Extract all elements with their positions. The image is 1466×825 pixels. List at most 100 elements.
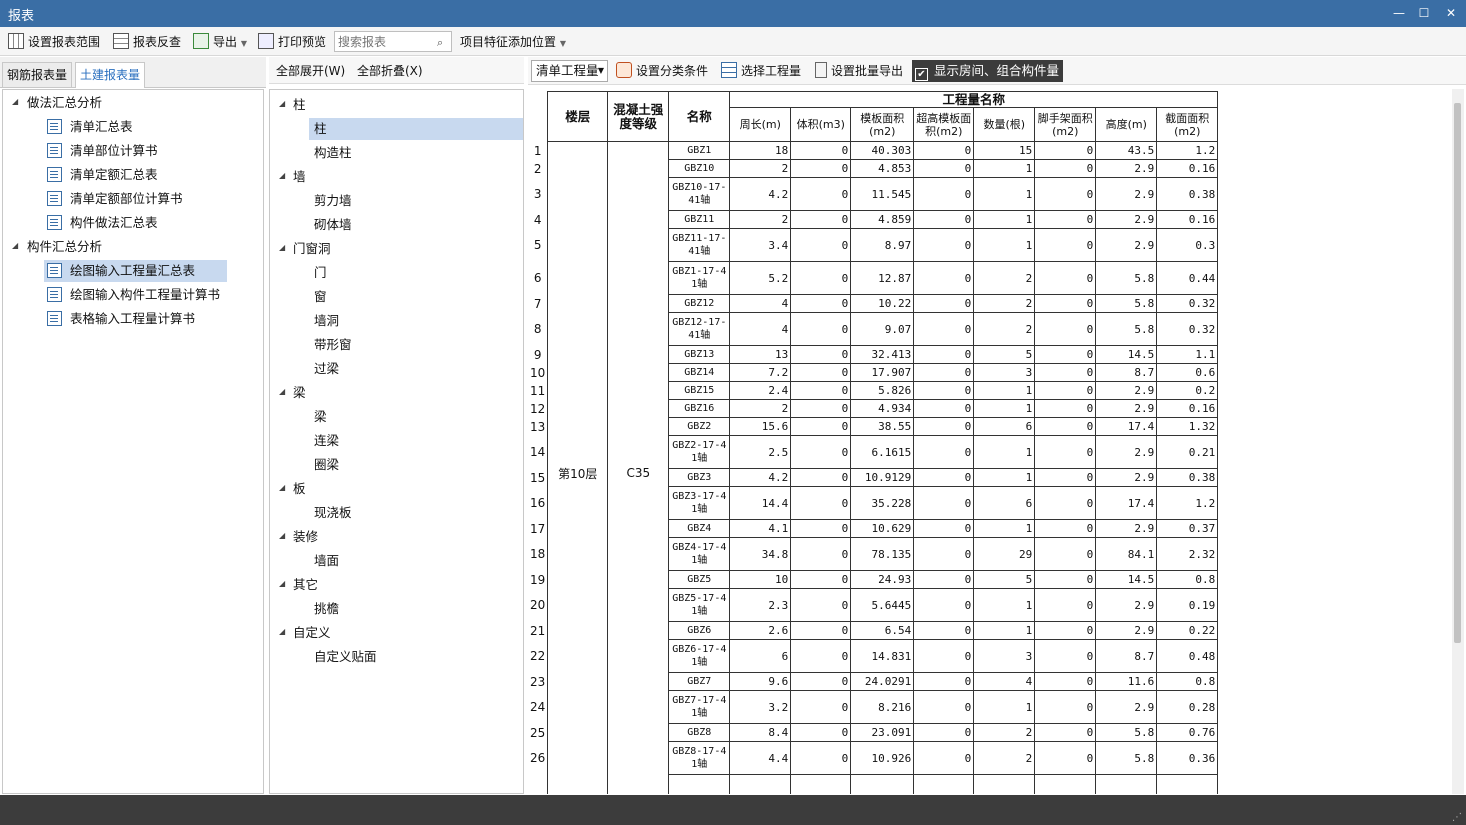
collapse-arrow-icon[interactable]: ◢ — [279, 483, 285, 492]
quantity-cell[interactable]: 4.859 — [850, 210, 915, 229]
quantity-cell[interactable]: 5.8 — [1095, 741, 1158, 775]
quantity-cell[interactable]: 2 — [729, 159, 792, 178]
quantity-cell[interactable]: 0 — [1034, 588, 1097, 622]
quantity-cell[interactable]: 1 — [973, 690, 1036, 724]
collapse-arrow-icon[interactable]: ◢ — [12, 241, 18, 250]
tree-item-report[interactable]: 清单定额汇总表 — [47, 164, 158, 186]
quantity-cell[interactable]: 0.44 — [1156, 261, 1219, 295]
quantity-cell[interactable]: 0.32 — [1156, 312, 1219, 346]
table-row[interactable]: 1 第10层 C35 GBZ1 18 0 40.303 0 15 0 43.5 1.2 — [528, 141, 1219, 794]
quantity-cell[interactable]: 0 — [1034, 639, 1097, 673]
tree-item-report[interactable]: 清单定额部位计算书 — [47, 188, 183, 210]
collapse-all-button[interactable]: 全部折叠(X) — [357, 61, 423, 81]
quantity-cell[interactable]: 0 — [1034, 570, 1097, 589]
component-name-cell[interactable]: GBZ8-17-41轴 — [668, 741, 731, 775]
quantity-cell[interactable]: 1.2 — [1156, 141, 1219, 160]
quantity-cell[interactable]: 0 — [1034, 672, 1097, 691]
component-name-cell[interactable]: GBZ5-17-41轴 — [668, 588, 731, 622]
quantity-cell[interactable]: 0 — [790, 570, 852, 589]
tree-leaf[interactable]: 圈梁 — [314, 454, 339, 476]
quantity-cell[interactable]: 0 — [790, 672, 852, 691]
quantity-cell[interactable]: 0.32 — [1156, 294, 1219, 313]
quantity-cell[interactable]: 2 — [973, 312, 1036, 346]
quantity-cell[interactable]: 40.303 — [850, 141, 915, 160]
tree-item-report[interactable]: 清单部位计算书 — [47, 140, 158, 162]
quantity-cell[interactable]: 0 — [1034, 141, 1097, 160]
quantity-cell[interactable]: 0.8 — [1156, 570, 1219, 589]
quantity-cell[interactable]: 2 — [973, 261, 1036, 295]
quantity-cell[interactable]: 2.9 — [1095, 468, 1158, 487]
quantity-cell[interactable]: 6.54 — [850, 621, 915, 640]
component-name-cell[interactable]: GBZ1-17-41轴 — [668, 261, 731, 295]
quantity-cell[interactable]: 0.3 — [1156, 228, 1219, 262]
quantity-cell[interactable]: 0 — [790, 621, 852, 640]
quantity-cell[interactable]: 0 — [1034, 723, 1097, 742]
quantity-cell[interactable]: 0.19 — [1156, 588, 1219, 622]
quantity-cell[interactable]: 14.4 — [729, 486, 792, 520]
quantity-cell[interactable]: 4 — [729, 294, 792, 313]
empty-cell[interactable] — [1034, 774, 1097, 794]
component-name-cell[interactable]: GBZ11-17-41轴 — [668, 228, 731, 262]
quantity-cell[interactable]: 4.4 — [729, 741, 792, 775]
quantity-cell[interactable]: 0 — [913, 399, 975, 418]
quantity-cell[interactable]: 2.9 — [1095, 519, 1158, 538]
quantity-cell[interactable]: 1 — [973, 588, 1036, 622]
collapse-arrow-icon[interactable]: ◢ — [279, 171, 285, 180]
quantity-cell[interactable]: 43.5 — [1095, 141, 1158, 160]
quantity-cell[interactable]: 0 — [1034, 417, 1097, 436]
quantity-cell[interactable]: 1 — [973, 468, 1036, 487]
quantity-cell[interactable]: 1 — [973, 177, 1036, 211]
floor-cell[interactable]: 第10层 — [547, 141, 609, 794]
empty-cell[interactable] — [850, 774, 915, 794]
quantity-cell[interactable]: 0 — [790, 363, 852, 382]
quantity-cell[interactable]: 0.16 — [1156, 399, 1219, 418]
tree-item-report-selected[interactable]: 绘图输入工程量汇总表 — [44, 260, 227, 282]
batch-export-button[interactable]: 设置批量导出 — [815, 61, 903, 81]
quantity-cell[interactable]: 2.9 — [1095, 399, 1158, 418]
collapse-arrow-icon[interactable]: ◢ — [12, 97, 18, 106]
quantity-cell[interactable]: 14.831 — [850, 639, 915, 673]
quantity-cell[interactable]: 0 — [790, 468, 852, 487]
quantity-cell[interactable]: 0 — [1034, 486, 1097, 520]
tree-group-method-summary[interactable]: 做法汇总分析 — [27, 92, 102, 114]
collapse-arrow-icon[interactable]: ◢ — [279, 531, 285, 540]
quantity-cell[interactable]: 2 — [729, 399, 792, 418]
quantity-cell[interactable]: 18 — [729, 141, 792, 160]
quantity-cell[interactable]: 8.7 — [1095, 639, 1158, 673]
quantity-cell[interactable]: 0 — [790, 537, 852, 571]
component-name-cell[interactable]: GBZ8 — [668, 723, 731, 742]
quantity-cell[interactable]: 10 — [729, 570, 792, 589]
quantity-cell[interactable]: 2.9 — [1095, 159, 1158, 178]
quantity-cell[interactable]: 34.8 — [729, 537, 792, 571]
component-name-cell[interactable]: GBZ7 — [668, 672, 731, 691]
quantity-cell[interactable]: 38.55 — [850, 417, 915, 436]
vertical-scrollbar[interactable] — [1452, 89, 1464, 794]
quantity-cell[interactable]: 0 — [913, 312, 975, 346]
quantity-cell[interactable]: 0 — [790, 261, 852, 295]
component-name-cell[interactable]: GBZ4 — [668, 519, 731, 538]
quantity-cell[interactable]: 0.48 — [1156, 639, 1219, 673]
tree-leaf[interactable]: 门 — [314, 262, 327, 284]
tree-leaf[interactable]: 墙面 — [314, 550, 339, 572]
quantity-cell[interactable]: 5.8 — [1095, 723, 1158, 742]
component-name-cell[interactable]: GBZ12 — [668, 294, 731, 313]
search-icon[interactable]: ⌕ — [437, 33, 443, 53]
tree-leaf[interactable]: 自定义贴面 — [314, 646, 377, 668]
quantity-cell[interactable]: 0 — [1034, 210, 1097, 229]
quantity-cell[interactable]: 3.4 — [729, 228, 792, 262]
tree-leaf[interactable]: 连梁 — [314, 430, 339, 452]
tree-leaf[interactable]: 带形窗 — [314, 334, 352, 356]
collapse-arrow-icon[interactable]: ◢ — [279, 99, 285, 108]
quantity-cell[interactable]: 9.07 — [850, 312, 915, 346]
quantity-cell[interactable]: 11.545 — [850, 177, 915, 211]
quantity-cell[interactable]: 4.2 — [729, 468, 792, 487]
quantity-cell[interactable]: 1 — [973, 399, 1036, 418]
quantity-cell[interactable]: 0 — [1034, 228, 1097, 262]
quantity-cell[interactable]: 0 — [913, 228, 975, 262]
quantity-cell[interactable]: 14.5 — [1095, 345, 1158, 364]
collapse-arrow-icon[interactable]: ◢ — [279, 627, 285, 636]
quantity-cell[interactable]: 2.9 — [1095, 588, 1158, 622]
quantity-cell[interactable]: 0 — [913, 177, 975, 211]
export-button[interactable]: 导出 ▼ — [193, 32, 247, 52]
quantity-cell[interactable]: 5.826 — [850, 381, 915, 400]
